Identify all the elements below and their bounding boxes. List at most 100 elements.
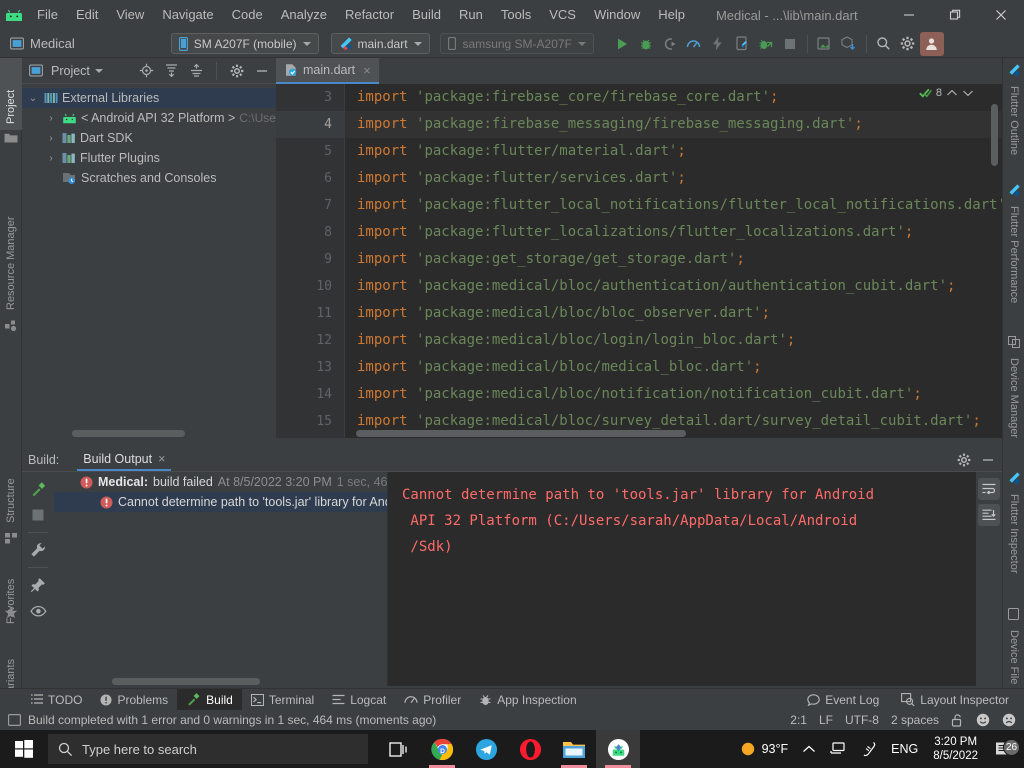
code-line[interactable]: import 'package:medical/bloc/notificatio…	[345, 381, 1002, 408]
sidebar-item-resource-manager[interactable]: Resource Manager	[0, 156, 22, 316]
code-line[interactable]: import 'package:medical/bloc/login/login…	[345, 327, 1002, 354]
stop-button[interactable]	[778, 32, 802, 56]
code-line[interactable]: import 'package:medical/bloc/authenticat…	[345, 273, 1002, 300]
chevron-down-icon[interactable]	[962, 88, 974, 98]
smiley-icon[interactable]	[976, 713, 990, 727]
frowny-icon[interactable]	[1002, 713, 1016, 727]
close-icon[interactable]: ×	[158, 452, 165, 466]
gear-icon[interactable]	[896, 32, 920, 56]
network-icon[interactable]	[823, 742, 854, 756]
menu-view[interactable]: View	[107, 3, 153, 27]
line-separator[interactable]: LF	[819, 713, 833, 727]
tool-window-app-inspection[interactable]: App Inspection	[470, 689, 585, 711]
gear-icon[interactable]	[954, 450, 974, 470]
profile-button[interactable]	[682, 32, 706, 56]
sidebar-item-device-manager[interactable]: Device Manager	[1003, 352, 1024, 464]
tree-item-dart-sdk[interactable]: › Dart SDK	[22, 128, 276, 148]
toggle-view-icon[interactable]	[25, 598, 51, 624]
search-input[interactable]: Type here to search	[48, 734, 368, 764]
build-tree-hscrollbar[interactable]	[54, 678, 388, 686]
soft-wrap-icon[interactable]	[978, 478, 1000, 500]
tool-window-terminal[interactable]: Terminal	[242, 689, 323, 711]
device-file-button[interactable]	[837, 32, 861, 56]
editor-horizontal-scrollbar[interactable]	[356, 430, 686, 437]
code-line[interactable]: import 'package:medical/bloc/medical_blo…	[345, 354, 1002, 381]
build-hammer-icon[interactable]	[25, 476, 51, 502]
close-icon[interactable]	[978, 0, 1024, 30]
code-line[interactable]: import 'package:flutter/material.dart';	[345, 138, 1002, 165]
project-chip[interactable]: Medical	[4, 36, 81, 51]
caret-position[interactable]: 2:1	[790, 713, 807, 727]
close-icon[interactable]: ×	[363, 63, 371, 78]
pin-tab-icon[interactable]	[25, 572, 51, 598]
expand-all-icon[interactable]	[161, 61, 181, 81]
sidebar-item-structure[interactable]: Structure	[0, 443, 22, 529]
editor-vertical-scrollbar[interactable]	[991, 104, 998, 166]
locate-file-icon[interactable]	[136, 61, 156, 81]
device-screenshot-button[interactable]	[813, 32, 837, 56]
tool-window-layout-inspector[interactable]: Layout Inspector	[892, 689, 1018, 711]
run-button[interactable]	[610, 32, 634, 56]
tree-item-flutter-plugins[interactable]: › Flutter Plugins	[22, 148, 276, 168]
code-line[interactable]: import 'package:firebase_messaging/fireb…	[345, 111, 1002, 138]
menu-tools[interactable]: Tools	[492, 3, 540, 27]
file-encoding[interactable]: UTF-8	[845, 713, 879, 727]
flutter-run-button[interactable]	[730, 32, 754, 56]
tool-window-event-log[interactable]: Event Log	[798, 689, 888, 711]
code-line[interactable]: import 'package:get_storage/get_storage.…	[345, 246, 1002, 273]
windows-start-icon[interactable]	[0, 730, 48, 768]
indent-setting[interactable]: 2 spaces	[891, 713, 939, 727]
build-settings-icon[interactable]	[25, 537, 51, 563]
run-configuration-selector[interactable]: main.dart	[330, 33, 430, 54]
notification-icon[interactable]: 26	[986, 738, 1020, 758]
telegram-taskbar-icon[interactable]	[464, 730, 508, 768]
search-icon[interactable]	[872, 32, 896, 56]
tool-window-profiler[interactable]: Profiler	[395, 689, 470, 711]
build-console[interactable]: Cannot determine path to 'tools.jar' lib…	[388, 472, 1002, 686]
menu-code[interactable]: Code	[223, 3, 272, 27]
menu-window[interactable]: Window	[585, 3, 649, 27]
project-tree-hscrollbar[interactable]	[22, 430, 276, 438]
pen-icon[interactable]	[854, 741, 884, 757]
code-line[interactable]: import 'package:flutter/services.dart';	[345, 165, 1002, 192]
chevron-down-icon[interactable]: ⌄	[26, 93, 40, 104]
sidebar-item-flutter-performance[interactable]: Flutter Performance	[1003, 200, 1024, 328]
status-message-area[interactable]: Build completed with 1 error and 0 warni…	[0, 713, 436, 727]
build-tree-row[interactable]: Cannot determine path to 'tools.jar' lib…	[54, 492, 387, 512]
build-result-tree[interactable]: Medical: build failed At 8/5/2022 3:20 P…	[54, 472, 388, 686]
attach-process-selector[interactable]: samsung SM-A207F	[439, 33, 594, 54]
opera-taskbar-icon[interactable]	[508, 730, 552, 768]
chevron-right-icon[interactable]: ›	[44, 153, 58, 164]
unlocked-icon[interactable]	[951, 713, 964, 727]
code-line[interactable]: import 'package:flutter_local_notificati…	[345, 192, 1002, 219]
code-lines[interactable]: import 'package:firebase_core/firebase_c…	[344, 84, 1002, 438]
restore-icon[interactable]	[932, 0, 978, 30]
sidebar-item-flutter-inspector[interactable]: Flutter Inspector	[1003, 488, 1024, 600]
weather-widget[interactable]: 93°F	[733, 741, 796, 757]
stop-build-icon[interactable]	[25, 502, 51, 528]
menu-bar[interactable]: File Edit View Navigate Code Analyze Ref…	[28, 0, 694, 30]
menu-refactor[interactable]: Refactor	[336, 3, 403, 27]
device-selector[interactable]: SM A207F (mobile)	[170, 33, 319, 54]
tree-item-scratches-and-consoles[interactable]: Scratches and Consoles	[22, 168, 276, 188]
tool-window-build[interactable]: Build	[177, 688, 242, 711]
run-coverage-button[interactable]	[658, 32, 682, 56]
sidebar-item-flutter-outline[interactable]: Flutter Outline	[1003, 80, 1024, 176]
tool-window-problems[interactable]: Problems	[91, 689, 177, 711]
language-indicator[interactable]: ENG	[884, 742, 925, 756]
chevron-up-icon[interactable]	[946, 88, 958, 98]
menu-help[interactable]: Help	[649, 3, 694, 27]
tool-window-todo[interactable]: TODO	[22, 689, 91, 711]
debug-button[interactable]	[634, 32, 658, 56]
hide-panel-icon[interactable]	[252, 61, 272, 81]
menu-analyze[interactable]: Analyze	[272, 3, 336, 27]
code-line[interactable]: import 'package:flutter_localizations/fl…	[345, 219, 1002, 246]
collapse-all-icon[interactable]	[186, 61, 206, 81]
sidebar-item-project[interactable]: Project	[0, 58, 22, 130]
menu-run[interactable]: Run	[450, 3, 492, 27]
chevron-right-icon[interactable]: ›	[44, 113, 58, 124]
chevron-right-icon[interactable]: ›	[44, 133, 58, 144]
settings-gear-icon[interactable]	[227, 61, 247, 81]
chrome-taskbar-icon[interactable]: D	[420, 730, 464, 768]
editor-tab-main-dart[interactable]: main.dart ×	[276, 58, 379, 84]
